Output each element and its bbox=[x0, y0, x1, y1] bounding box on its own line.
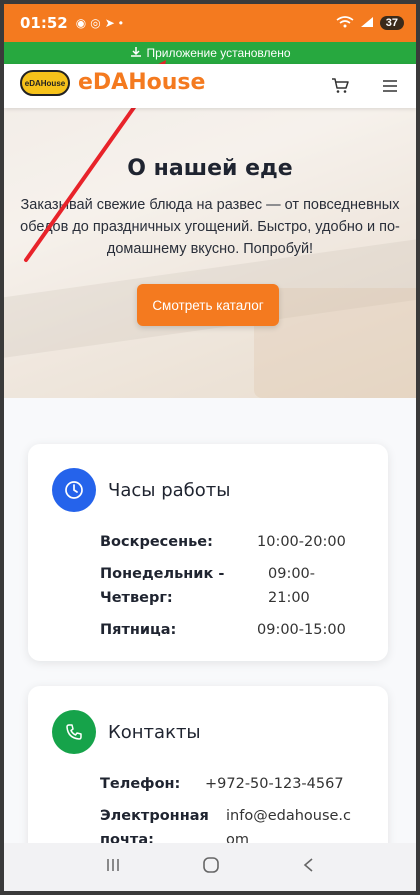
catalog-button[interactable]: Смотреть каталог bbox=[137, 284, 279, 326]
hours-value: 10:00-20:00 bbox=[257, 534, 346, 550]
download-icon bbox=[130, 46, 142, 61]
battery-badge: 37 bbox=[379, 16, 404, 30]
status-time: 01:52 bbox=[20, 14, 68, 32]
hours-label: Воскресенье: bbox=[100, 534, 213, 550]
site-header: eDAHouse eDAHouse bbox=[4, 64, 416, 108]
hours-title: Часы работы bbox=[108, 479, 231, 501]
cart-icon[interactable] bbox=[330, 76, 350, 96]
back-icon[interactable] bbox=[301, 857, 315, 878]
hours-value: 09:00-15:00 bbox=[257, 622, 346, 638]
menu-icon[interactable] bbox=[380, 76, 400, 96]
phone-screen: 01:52 ◉ ◎ ➤ • 37 Приложение установлено … bbox=[4, 4, 416, 891]
contacts-label: Телефон: bbox=[100, 776, 181, 792]
status-bar: 01:52 ◉ ◎ ➤ • 37 bbox=[4, 4, 416, 42]
hours-card: Часы работы Воскресенье: 10:00-20:00 Пон… bbox=[28, 444, 388, 661]
signal-icon bbox=[360, 16, 374, 31]
hours-value: 09:00-21:00 bbox=[268, 566, 316, 606]
status-right-icons: 37 bbox=[336, 15, 404, 31]
phone-link[interactable]: +972-50-123-4567 bbox=[205, 772, 344, 796]
contacts-title: Контакты bbox=[108, 721, 201, 743]
hours-label: Понедельник - Четверг: bbox=[100, 566, 225, 606]
telegram-icon: ➤ bbox=[104, 16, 115, 30]
dot-icon: • bbox=[118, 16, 123, 30]
clock-icon bbox=[52, 468, 96, 512]
install-banner: Приложение установлено bbox=[4, 42, 416, 64]
whatsapp-icon: ◎ bbox=[90, 16, 101, 30]
system-nav-bar bbox=[4, 843, 416, 891]
hero-section: О нашей еде Заказывай свежие блюда на ра… bbox=[4, 108, 416, 398]
home-icon[interactable] bbox=[202, 856, 220, 879]
install-banner-text: Приложение установлено bbox=[146, 46, 291, 60]
chrome-icon: ◉ bbox=[75, 16, 87, 30]
hours-label: Пятница: bbox=[100, 622, 177, 638]
recent-apps-icon[interactable] bbox=[105, 857, 121, 878]
hero-title: О нашей еде bbox=[127, 156, 293, 181]
brand-name[interactable]: eDAHouse bbox=[78, 70, 205, 95]
status-left-icons: ◉ ◎ ➤ • bbox=[76, 16, 123, 30]
phone-icon bbox=[52, 710, 96, 754]
logo[interactable]: eDAHouse bbox=[20, 70, 70, 96]
logo-text: eDAHouse bbox=[24, 78, 66, 88]
hero-text: Заказывай свежие блюда на развес — от по… bbox=[20, 197, 400, 257]
wifi-icon bbox=[336, 15, 354, 31]
